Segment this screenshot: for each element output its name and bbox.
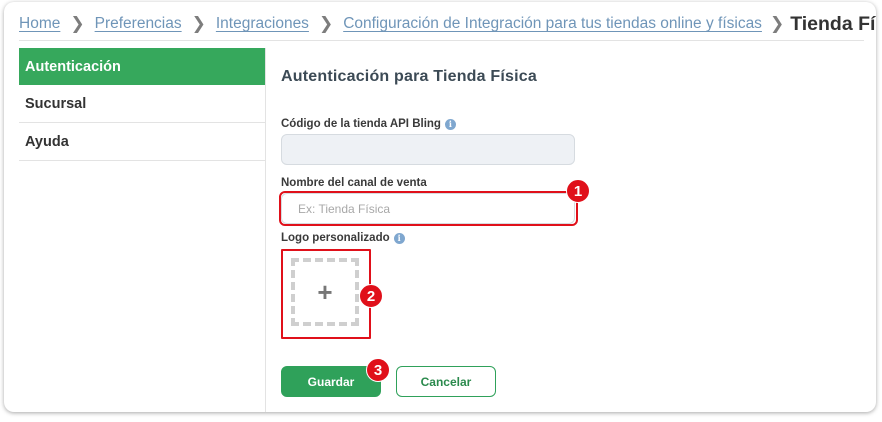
sidebar: Autenticación Sucursal Ayuda bbox=[19, 48, 266, 412]
app-window: Home ❯ Preferencias ❯ Integraciones ❯ Co… bbox=[4, 2, 876, 412]
info-icon[interactable]: i bbox=[444, 118, 456, 130]
sidebar-item-label: Autenticación bbox=[25, 58, 121, 75]
store-code-input[interactable] bbox=[281, 134, 575, 165]
channel-name-label-text: Nombre del canal de venta bbox=[281, 177, 427, 189]
chevron-right-icon: ❯ bbox=[769, 14, 785, 33]
store-code-label: Código de la tienda API Bling i bbox=[281, 118, 456, 130]
logo-upload-area[interactable]: + bbox=[291, 258, 359, 326]
page-title: Tienda Física bbox=[790, 12, 876, 35]
sidebar-item-autenticacion[interactable]: Autenticación bbox=[19, 48, 265, 85]
store-code-label-text: Código de la tienda API Bling bbox=[281, 118, 441, 130]
cancel-button[interactable]: Cancelar bbox=[396, 366, 496, 397]
sidebar-item-ayuda[interactable]: Ayuda bbox=[19, 123, 265, 161]
sidebar-item-label: Sucursal bbox=[25, 95, 87, 112]
channel-name-label: Nombre del canal de venta bbox=[281, 177, 427, 189]
chevron-right-icon: ❯ bbox=[70, 14, 85, 33]
step-marker-2: 2 bbox=[359, 284, 383, 308]
breadcrumb: Home ❯ Preferencias ❯ Integraciones ❯ Co… bbox=[19, 8, 876, 41]
plus-icon: + bbox=[317, 277, 333, 307]
section-title: Autenticación para Tienda Física bbox=[281, 68, 537, 85]
sidebar-item-sucursal[interactable]: Sucursal bbox=[19, 85, 265, 123]
channel-name-input[interactable] bbox=[281, 193, 575, 224]
chevron-right-icon: ❯ bbox=[191, 14, 206, 33]
logo-label: Logo personalizado i bbox=[281, 232, 405, 244]
main-panel: Autenticación para Tienda Física Código … bbox=[279, 48, 876, 412]
breadcrumb-preferencias[interactable]: Preferencias bbox=[95, 15, 182, 33]
step-marker-1: 1 bbox=[566, 179, 590, 203]
breadcrumb-configuracion[interactable]: Configuración de Integración para tus ti… bbox=[343, 15, 762, 33]
breadcrumb-home[interactable]: Home bbox=[19, 15, 60, 33]
info-icon[interactable]: i bbox=[393, 232, 405, 244]
sidebar-item-label: Ayuda bbox=[25, 133, 69, 150]
logo-label-text: Logo personalizado bbox=[281, 232, 390, 244]
breadcrumb-integraciones[interactable]: Integraciones bbox=[216, 15, 309, 33]
step-marker-3: 3 bbox=[366, 358, 390, 382]
chevron-right-icon: ❯ bbox=[318, 14, 334, 33]
